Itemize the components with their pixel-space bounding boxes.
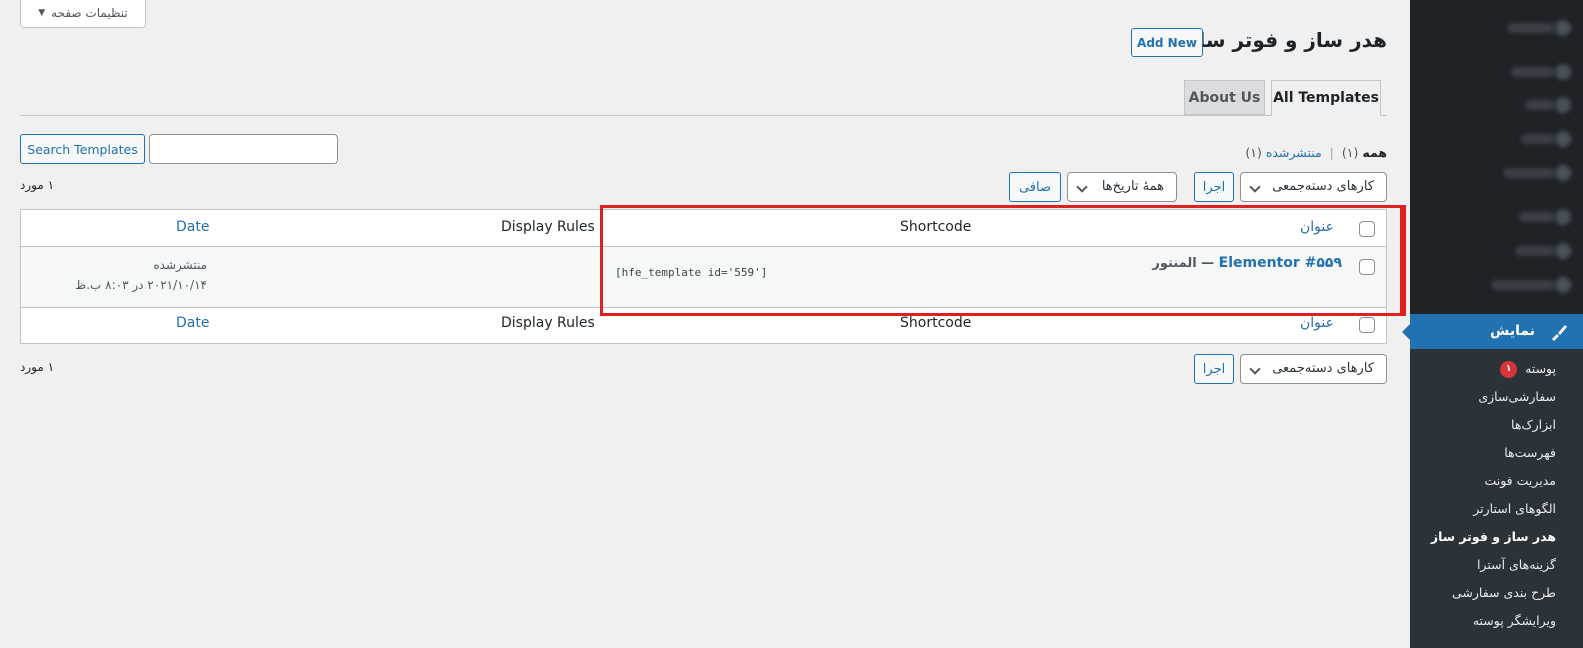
current-menu-arrow [1402,324,1410,340]
submenu-widgets[interactable]: ابزارک‌ها [1511,417,1556,432]
search-templates-button[interactable]: Search Templates [20,134,145,164]
table-footer-row: عنوان Shortcode Display Rules Date [21,307,1386,344]
blurred-menu-icon [1555,243,1571,259]
column-shortcode-header: Shortcode [900,219,972,235]
row-title-link[interactable]: Elementor #۵۵۹ [1219,255,1342,271]
view-published-link[interactable]: منتشرشده [1266,145,1322,160]
add-new-button[interactable]: Add New [1131,28,1203,57]
templates-table: عنوان Shortcode Display Rules Date Eleme… [20,209,1387,344]
appearance-submenu: پوسته ۱ سفارشی‌سازی ابزارک‌ها فهرست‌ها مد… [1410,349,1583,648]
blurred-menu-icon [1555,20,1571,36]
blurred-menu-item[interactable] [1491,280,1555,290]
submenu-themes-label: پوسته [1525,361,1556,376]
bulk-actions-value-bottom: کارهای دسته‌جمعی [1272,361,1374,376]
column-display-rules-footer: Display Rules [501,315,595,331]
row-status: منتشرشده [153,258,207,272]
apply-button-bottom[interactable]: اجرا [1194,354,1234,384]
row-title-dash: — [1201,256,1215,271]
highlight-box-edge [1400,205,1406,316]
blurred-menu-item[interactable] [1503,168,1555,178]
view-all-label[interactable]: همه [1362,145,1387,160]
blurred-menu-icon [1555,64,1571,80]
blurred-menu-icon [1555,131,1571,147]
dates-filter-select[interactable]: همهٔ تاریخ‌ها [1067,172,1177,202]
paintbrush-icon [1552,325,1567,341]
view-published-count: (۱) [1245,145,1262,160]
blurred-menu-icon [1555,165,1571,181]
items-count-bottom: ۱ مورد [20,360,55,374]
blurred-menu-item[interactable] [1525,100,1555,110]
select-all-checkbox[interactable] [1359,221,1375,237]
submenu-menus[interactable]: فهرست‌ها [1504,445,1556,460]
submenu-theme-editor[interactable]: ویرایشگر پوسته [1473,613,1556,628]
caret-down-icon: ▼ [38,7,46,18]
column-display-rules-header: Display Rules [501,219,595,235]
submenu-font-manager[interactable]: مدیریت فونت [1484,473,1556,488]
column-date-header[interactable]: Date [176,219,209,235]
column-date-footer[interactable]: Date [176,315,209,331]
search-input[interactable] [149,134,338,164]
row-shortcode: [hfe_template id='559'] [615,266,768,279]
tab-divider [20,115,1387,116]
update-count-badge: ۱ [1500,361,1518,378]
sidebar-item-appearance-label: نمایش [1490,323,1535,339]
chevron-down-icon [1249,181,1261,193]
blurred-menu-icon [1555,97,1571,113]
row-checkbox[interactable] [1359,259,1375,275]
status-filter-links: همه (۱) | منتشرشده (۱) [1245,145,1387,160]
row-title-cell: Elementor #۵۵۹ — المنتور [1152,255,1342,271]
table-header-row: عنوان Shortcode Display Rules Date [21,210,1386,247]
screen-options-button[interactable]: تنظیمات صفحه ▼ [20,0,146,28]
row-date-cell: منتشرشده ۲۰۲۱/۱۰/۱۴ در ۸:۰۳ ب.ظ [67,255,207,295]
blurred-menu-item[interactable] [1507,23,1555,33]
page-title: هدر ساز و فوتر ساز [1186,28,1387,52]
submenu-starter-templates[interactable]: الگوهای استارتر [1473,501,1556,516]
blurred-menu-icon [1555,277,1571,293]
column-title-header[interactable]: عنوان [1300,219,1334,235]
submenu-astra-options[interactable]: گزینه‌های آسترا [1477,557,1556,572]
blurred-menu-item[interactable] [1519,212,1555,222]
submenu-custom-layouts[interactable]: طرح بندی سفارشی [1452,585,1556,600]
column-shortcode-footer: Shortcode [900,315,972,331]
screen-options-label: تنظیمات صفحه [51,5,128,20]
view-all-count: (۱) [1341,145,1359,160]
tab-all-templates[interactable]: All Templates [1271,80,1381,116]
blurred-menu-item[interactable] [1521,134,1555,144]
submenu-header-footer-builder[interactable]: هدر ساز و فوتر ساز [1431,529,1556,544]
chevron-down-icon [1249,363,1261,375]
apply-button-top[interactable]: اجرا [1194,172,1234,202]
blurred-menu-icon [1555,209,1571,225]
bulk-actions-select-top[interactable]: کارهای دسته‌جمعی [1240,172,1387,202]
table-row: Elementor #۵۵۹ — المنتور [hfe_template i… [21,247,1386,307]
view-separator: | [1329,145,1334,160]
submenu-themes[interactable]: پوسته ۱ [1500,361,1556,378]
row-post-state: المنتور [1152,256,1197,271]
chevron-down-icon [1076,181,1088,193]
admin-sidebar: نمایش پوسته ۱ سفارشی‌سازی ابزارک‌ها فهرست… [1402,0,1583,648]
filter-button[interactable]: صافی [1009,172,1061,202]
bulk-actions-select-bottom[interactable]: کارهای دسته‌جمعی [1240,354,1387,384]
submenu-customize[interactable]: سفارشی‌سازی [1478,389,1556,404]
blurred-menu-item[interactable] [1515,246,1555,256]
sidebar-item-appearance[interactable]: نمایش [1402,314,1583,349]
select-all-checkbox-footer[interactable] [1359,317,1375,333]
dates-filter-value: همهٔ تاریخ‌ها [1101,179,1164,194]
tab-about-us[interactable]: About Us [1184,80,1265,115]
blurred-menu-item[interactable] [1511,67,1555,77]
column-title-footer[interactable]: عنوان [1300,315,1334,331]
bulk-actions-value: کارهای دسته‌جمعی [1272,179,1374,194]
row-date: ۲۰۲۱/۱۰/۱۴ در ۸:۰۳ ب.ظ [75,278,207,292]
items-count-top: ۱ مورد [20,178,55,192]
